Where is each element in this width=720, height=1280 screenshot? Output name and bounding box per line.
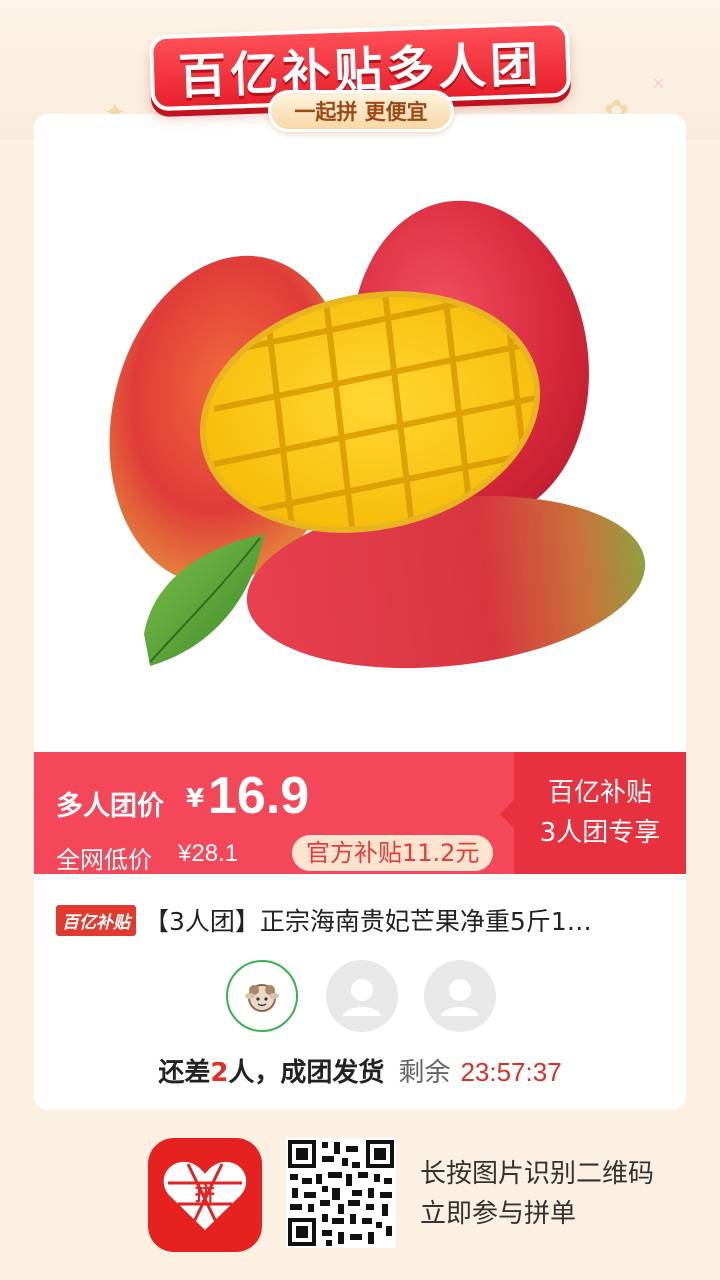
currency-symbol: ¥ (186, 784, 205, 814)
group-members (224, 960, 504, 1034)
sparkle-icon: ✕ (652, 74, 666, 93)
price-bar: 多人团价 ¥ 16.9 全网低价 ¥28.1 官方补贴11.2元 百亿补贴 3人… (34, 752, 686, 874)
banner-subtitle: 一起拼 更便宜 (268, 90, 454, 132)
join-hint: 立即参与拼单 (420, 1199, 577, 1229)
empty-seat-avatar[interactable] (424, 960, 496, 1032)
mango-product-image (109, 200, 646, 669)
exclusive-tag-line2: 3人团专享 (539, 818, 661, 848)
qr-code[interactable] (286, 1138, 396, 1248)
app-logo: 拼 (148, 1138, 262, 1252)
group-buy-card[interactable]: 多人团价 ¥ 16.9 全网低价 ¥28.1 官方补贴11.2元 百亿补贴 3人… (34, 114, 686, 1110)
group-status: 还差2人，成团发货 剩余 23:57:37 (34, 1052, 686, 1089)
qr-code-icon (286, 1138, 396, 1248)
footer-instructions: 长按图片识别二维码 立即参与拼单 (420, 1154, 680, 1234)
group-price-value: 16.9 (208, 767, 310, 825)
pinduoduo-logo: 拼 (163, 1161, 247, 1230)
exclusive-tag: 百亿补贴 3人团专享 (500, 752, 686, 874)
avatar[interactable] (226, 960, 298, 1032)
product-title-row[interactable]: 百亿补贴 【3人团】正宗海南贵妃芒果净重5斤1… (56, 900, 666, 940)
user-placeholder-icon (441, 979, 479, 1016)
brand-tag: 百亿补贴 (56, 904, 136, 936)
banner-subtitle-text: 一起拼 更便宜 (294, 100, 428, 124)
market-price-value: ¥28.1 (178, 840, 239, 867)
user-placeholder-icon (343, 979, 381, 1016)
scan-hint: 长按图片识别二维码 (420, 1159, 655, 1189)
status-prefix: 还差 (158, 1058, 211, 1088)
countdown-timer: 23:57:37 (460, 1057, 562, 1087)
market-price-label: 全网低价 (56, 846, 152, 874)
people-needed: 2 (210, 1058, 229, 1088)
product-image[interactable] (34, 114, 686, 752)
exclusive-tag-line1: 百亿补贴 (547, 778, 652, 808)
product-title[interactable]: 【3人团】正宗海南贵妃芒果净重5斤1… (144, 902, 666, 938)
sheep-avatar-icon (245, 984, 279, 1012)
empty-seat-avatar[interactable] (326, 960, 398, 1032)
subsidy-badge: 官方补贴11.2元 (292, 835, 494, 871)
status-message: 还差2人，成团发货 (158, 1058, 384, 1088)
status-suffix: 人，成团发货 (228, 1058, 385, 1088)
group-price-label: 多人团价 (56, 791, 164, 822)
remaining-label: 剩余 (398, 1058, 451, 1088)
logo-char: 拼 (195, 1181, 215, 1205)
